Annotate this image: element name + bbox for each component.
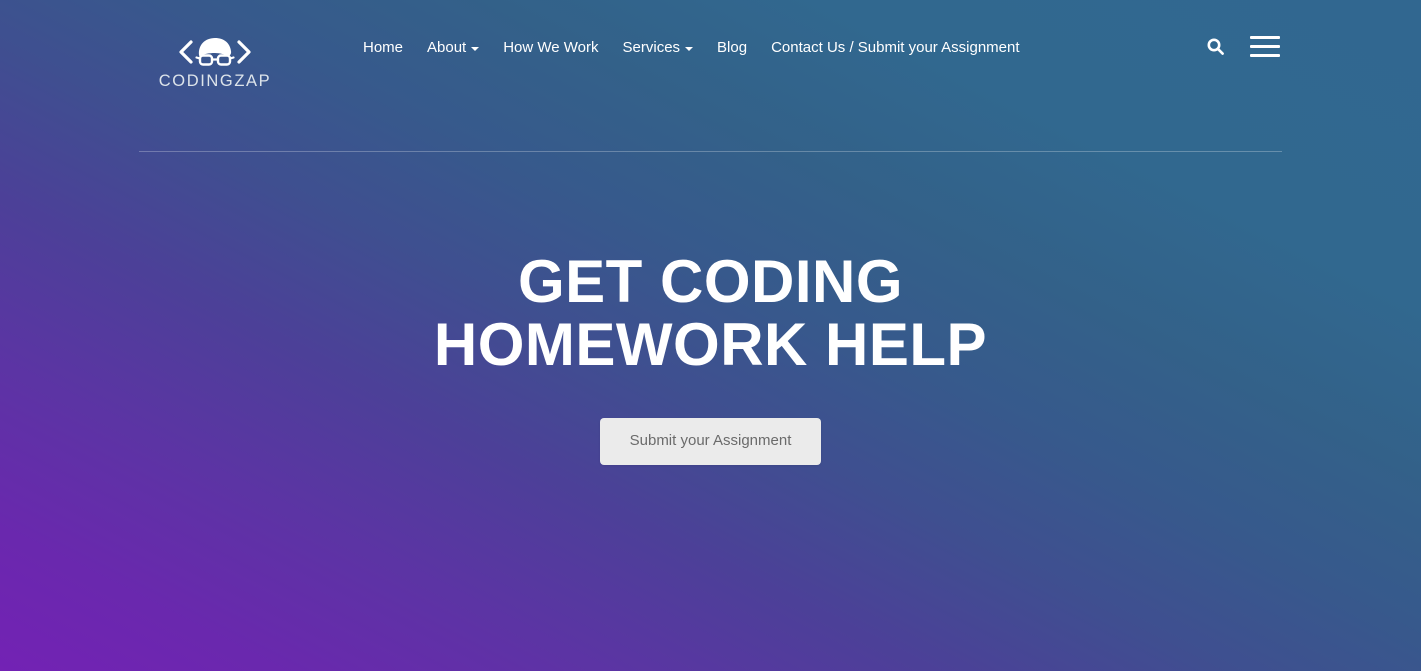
search-icon[interactable]: [1207, 38, 1224, 55]
brand-name: CODINGZAP: [158, 71, 272, 90]
nav-item-contact-us[interactable]: Contact Us / Submit your Assignment: [759, 33, 1031, 63]
page-title: GET CODING HOMEWORK HELP: [331, 250, 1091, 376]
nav-item-label: Blog: [717, 39, 748, 56]
hamburger-bar: [1250, 44, 1280, 48]
hamburger-bar: [1250, 53, 1280, 57]
nav-item-label: About: [427, 39, 467, 56]
site-logo[interactable]: CODINGZAP: [155, 33, 275, 90]
main-navigation: Home About How We Work Services Blog Con…: [351, 33, 1032, 63]
hero-title-line-2: HOMEWORK HELP: [433, 311, 988, 378]
nav-item-label: Services: [622, 39, 681, 56]
codingzap-logo-icon: [177, 33, 253, 71]
header-divider: [139, 151, 1282, 152]
nav-item-services[interactable]: Services: [611, 33, 706, 63]
nav-item-how-we-work[interactable]: How We Work: [491, 33, 610, 63]
nav-item-label: Contact Us / Submit your Assignment: [771, 39, 1020, 56]
nav-item-home[interactable]: Home: [351, 33, 415, 63]
submit-assignment-button[interactable]: Submit your Assignment: [599, 418, 822, 465]
nav-item-blog[interactable]: Blog: [705, 33, 759, 63]
header-tools: [1207, 35, 1282, 57]
nav-item-label: Home: [363, 39, 404, 56]
hero-title-line-1: GET CODING: [517, 248, 903, 315]
hamburger-bar: [1250, 35, 1280, 39]
hero-section: GET CODING HOMEWORK HELP Submit your Ass…: [0, 250, 1421, 465]
chevron-down-icon: [471, 47, 480, 51]
nav-item-about[interactable]: About: [415, 33, 491, 63]
hamburger-menu-icon[interactable]: [1250, 35, 1280, 57]
page-container: CODINGZAP Home About How We Work Service…: [139, 0, 1282, 152]
site-header: CODINGZAP Home About How We Work Service…: [139, 0, 1282, 110]
nav-item-label: How We Work: [503, 39, 599, 56]
chevron-down-icon: [685, 47, 694, 51]
